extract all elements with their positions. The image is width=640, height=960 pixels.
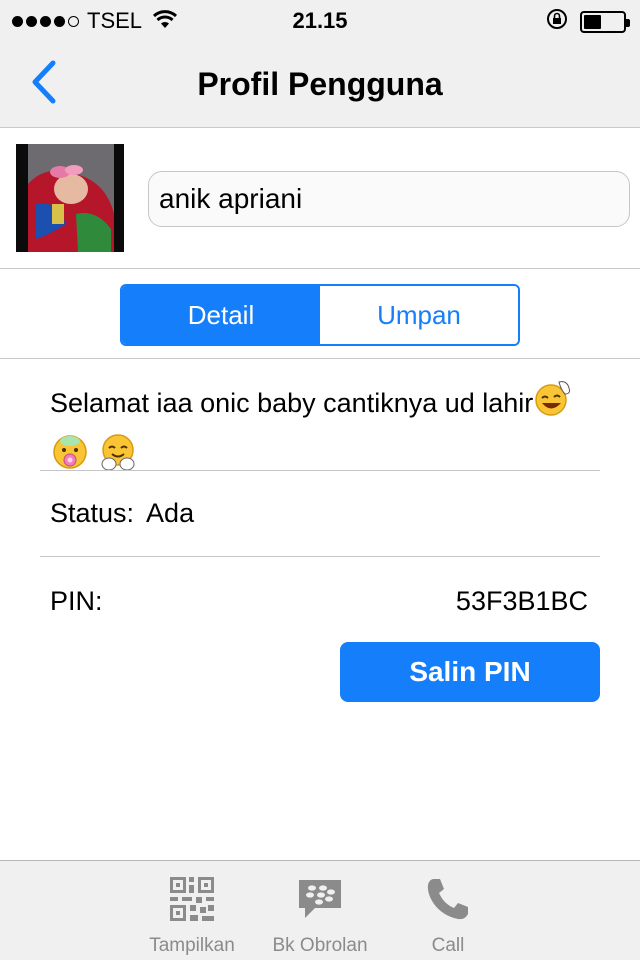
battery-icon	[580, 10, 630, 33]
tab-call-label: Call	[431, 935, 465, 956]
status-right	[546, 8, 630, 35]
rotation-lock-icon	[546, 8, 568, 35]
avatar[interactable]	[16, 144, 124, 252]
baby-pacifier-emoji-icon	[50, 432, 90, 486]
tab-show-label: Tampilkan	[149, 935, 235, 956]
tab-bbm-chat-label: Bk Obrolan	[272, 935, 368, 956]
happy-hands-emoji-icon	[98, 432, 138, 486]
status-value: Ada	[146, 498, 195, 528]
laughing-wave-emoji-icon	[533, 378, 573, 432]
personal-message-text: Selamat iaa onic baby cantiknya ud lahir	[50, 388, 534, 419]
phone-icon	[425, 875, 471, 923]
page-title: Profil Pengguna	[197, 66, 443, 102]
tab-detail[interactable]: Detail	[122, 286, 320, 344]
tab-call[interactable]: Call	[388, 861, 508, 960]
pin-label: PIN:	[50, 586, 103, 616]
tab-show[interactable]: Tampilkan	[132, 861, 252, 960]
status-row: Status: Ada	[50, 498, 194, 529]
segmented-control: Detail Umpan	[120, 284, 520, 346]
status-bar: TSEL 21.15	[0, 0, 640, 40]
bbm-chat-icon	[295, 875, 345, 923]
divider	[40, 556, 600, 557]
pin-value: 53F3B1BC	[455, 586, 588, 616]
copy-pin-button[interactable]: Salin PIN	[340, 642, 600, 702]
status-time: 21.15	[292, 8, 348, 33]
segment-area: Detail Umpan	[0, 270, 640, 359]
battery-level	[584, 14, 601, 29]
navigation-bar: Profil Pengguna	[0, 40, 640, 128]
qr-code-icon	[168, 875, 216, 923]
status-label: Status:	[50, 498, 135, 528]
tab-bbm-chat[interactable]: Bk Obrolan	[260, 861, 380, 960]
divider	[40, 470, 600, 471]
bottom-tab-bar: Tampilkan Bk Obrolan Call	[0, 860, 640, 960]
tab-feed[interactable]: Umpan	[320, 286, 518, 344]
profile-header: anik apriani	[0, 129, 640, 269]
display-name-field[interactable]: anik apriani	[148, 171, 630, 227]
